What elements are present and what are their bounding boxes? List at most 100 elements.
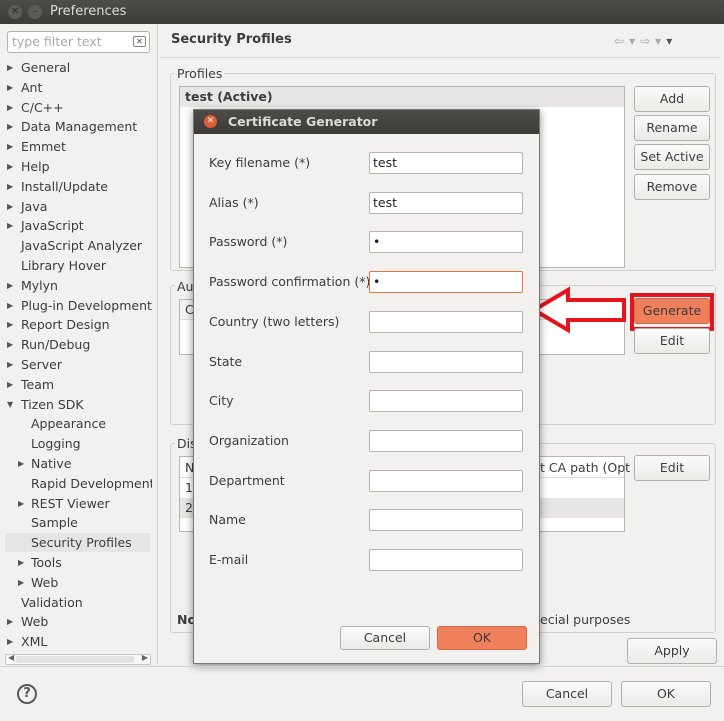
field-input[interactable] bbox=[369, 350, 523, 373]
history-nav[interactable]: ⇦▾⇨▾▾ bbox=[614, 34, 677, 48]
tree-item[interactable]: Sample bbox=[31, 513, 78, 533]
tree-item[interactable]: Web bbox=[21, 612, 48, 632]
tree-item[interactable]: Appearance bbox=[31, 414, 106, 434]
field-input[interactable]: test bbox=[369, 152, 523, 174]
tree-item-label: Ant bbox=[21, 79, 43, 95]
tree-item[interactable]: Logging bbox=[31, 434, 81, 454]
tree-item[interactable]: Library Hover bbox=[21, 256, 106, 276]
collapsed-arrow-icon[interactable]: ▶ bbox=[7, 83, 13, 92]
tree-item[interactable]: XML bbox=[21, 632, 47, 652]
field-input[interactable]: • bbox=[369, 231, 523, 254]
tree-item-label: Rapid Development S bbox=[31, 475, 152, 491]
field-input[interactable] bbox=[369, 429, 523, 452]
collapsed-arrow-icon[interactable]: ▶ bbox=[7, 202, 13, 211]
field-input[interactable]: • bbox=[369, 271, 523, 294]
remove-profile-button[interactable]: Remove bbox=[634, 174, 710, 200]
tree-item-label: Tools bbox=[31, 555, 62, 570]
collapsed-arrow-icon[interactable]: ▶ bbox=[7, 637, 13, 646]
add-profile-button[interactable]: Add bbox=[634, 86, 710, 112]
filter-input[interactable]: type filter text ✕ bbox=[7, 31, 150, 53]
edit-author-button[interactable]: Edit bbox=[634, 328, 710, 354]
tree-horizontal-scrollbar[interactable]: ◀ ▶ bbox=[5, 653, 151, 665]
tree-item[interactable]: Java bbox=[21, 197, 47, 217]
tree-item[interactable]: Server bbox=[21, 355, 62, 375]
tree-item[interactable]: Report Design bbox=[21, 315, 110, 335]
tree-item[interactable]: Rapid Development S bbox=[31, 474, 152, 494]
tree-item-label: Validation bbox=[21, 594, 83, 610]
tree-item[interactable]: Team bbox=[21, 375, 54, 395]
tree-item-label: Security Profiles bbox=[31, 535, 132, 551]
tree-item[interactable]: Tizen SDK bbox=[21, 395, 84, 415]
dialog-ok-button[interactable]: OK bbox=[437, 626, 527, 650]
sash-divider[interactable] bbox=[157, 24, 158, 664]
tree-item[interactable]: Plug-in Development bbox=[21, 296, 152, 316]
collapsed-arrow-icon[interactable]: ▶ bbox=[7, 122, 13, 131]
dialog-cancel-button[interactable]: Cancel bbox=[340, 626, 430, 650]
rename-profile-button[interactable]: Rename bbox=[634, 115, 710, 141]
view-menu-icon[interactable]: ▾ bbox=[666, 34, 677, 48]
collapsed-arrow-icon[interactable]: ▶ bbox=[7, 380, 13, 389]
apply-button[interactable]: Apply bbox=[627, 638, 717, 664]
set-active-button[interactable]: Set Active bbox=[634, 144, 710, 170]
close-icon[interactable]: ✕ bbox=[204, 115, 217, 128]
ok-button[interactable]: OK bbox=[621, 681, 711, 707]
edit-distributor-button[interactable]: Edit bbox=[634, 455, 710, 481]
tree-item[interactable]: Data Management bbox=[21, 117, 137, 137]
minimize-icon[interactable]: – bbox=[28, 5, 42, 19]
tree-item[interactable]: JavaScript bbox=[21, 216, 84, 236]
collapsed-arrow-icon[interactable]: ▶ bbox=[7, 360, 13, 369]
collapsed-arrow-icon[interactable]: ▶ bbox=[7, 281, 13, 290]
profile-row-active[interactable]: test (Active) bbox=[180, 87, 624, 107]
collapsed-arrow-icon[interactable]: ▶ bbox=[18, 558, 24, 567]
back-arrow-icon[interactable]: ⇦ bbox=[614, 34, 629, 48]
collapsed-arrow-icon[interactable]: ▶ bbox=[7, 340, 13, 349]
collapsed-arrow-icon[interactable]: ▶ bbox=[7, 617, 13, 626]
field-input[interactable]: test bbox=[369, 191, 523, 214]
tree-item[interactable]: Run/Debug bbox=[21, 335, 90, 355]
help-icon[interactable]: ? bbox=[17, 684, 37, 704]
tree-item[interactable]: General bbox=[21, 58, 70, 78]
tree-item[interactable]: Help bbox=[21, 157, 50, 177]
collapsed-arrow-icon[interactable]: ▶ bbox=[7, 103, 13, 112]
collapsed-arrow-icon[interactable]: ▶ bbox=[7, 142, 13, 151]
tree-item[interactable]: C/C++ bbox=[21, 98, 64, 118]
collapsed-arrow-icon[interactable]: ▶ bbox=[7, 221, 13, 230]
collapsed-arrow-icon[interactable]: ▶ bbox=[7, 320, 13, 329]
tree-item[interactable]: Web bbox=[31, 573, 58, 593]
collapsed-arrow-icon[interactable]: ▶ bbox=[7, 301, 13, 310]
field-input[interactable] bbox=[369, 549, 523, 571]
dialog-title: Certificate Generator bbox=[228, 114, 378, 129]
tree-item[interactable]: Validation bbox=[21, 593, 83, 613]
forward-arrow-icon[interactable]: ⇨ bbox=[640, 34, 655, 48]
scrollbar-thumb[interactable] bbox=[16, 656, 134, 663]
field-input[interactable] bbox=[369, 390, 523, 413]
collapsed-arrow-icon[interactable]: ▶ bbox=[7, 162, 13, 171]
collapsed-arrow-icon[interactable]: ▶ bbox=[18, 459, 24, 468]
tree-item[interactable]: Mylyn bbox=[21, 276, 58, 296]
tree-item[interactable]: Emmet bbox=[21, 137, 66, 157]
field-input[interactable] bbox=[369, 310, 523, 333]
scroll-left-icon[interactable]: ◀ bbox=[8, 653, 14, 662]
generate-button[interactable]: Generate bbox=[634, 298, 710, 324]
field-input[interactable] bbox=[369, 509, 523, 532]
collapsed-arrow-icon[interactable]: ▶ bbox=[18, 578, 24, 587]
collapsed-arrow-icon[interactable]: ▶ bbox=[7, 63, 13, 72]
collapsed-arrow-icon[interactable]: ▶ bbox=[7, 182, 13, 191]
tree-item[interactable]: JavaScript Analyzer bbox=[21, 236, 142, 256]
scroll-right-icon[interactable]: ▶ bbox=[142, 653, 148, 662]
forward-menu-icon[interactable]: ▾ bbox=[655, 34, 666, 48]
expanded-arrow-icon[interactable]: ▼ bbox=[7, 400, 13, 409]
tree-item[interactable]: Native bbox=[31, 454, 71, 474]
field-label: Name bbox=[209, 512, 246, 528]
tree-item[interactable]: Tools bbox=[31, 553, 62, 573]
close-icon[interactable]: ✕ bbox=[8, 5, 22, 19]
tree-item[interactable]: Install/Update bbox=[21, 177, 108, 197]
field-input[interactable] bbox=[369, 469, 523, 492]
cancel-button[interactable]: Cancel bbox=[522, 681, 612, 707]
tree-item[interactable]: REST Viewer bbox=[31, 494, 110, 514]
tree-item[interactable]: Security Profiles bbox=[31, 533, 132, 553]
collapsed-arrow-icon[interactable]: ▶ bbox=[18, 499, 24, 508]
tree-item[interactable]: Ant bbox=[21, 78, 42, 98]
back-menu-icon[interactable]: ▾ bbox=[629, 34, 640, 48]
clear-filter-icon[interactable]: ✕ bbox=[133, 36, 146, 47]
